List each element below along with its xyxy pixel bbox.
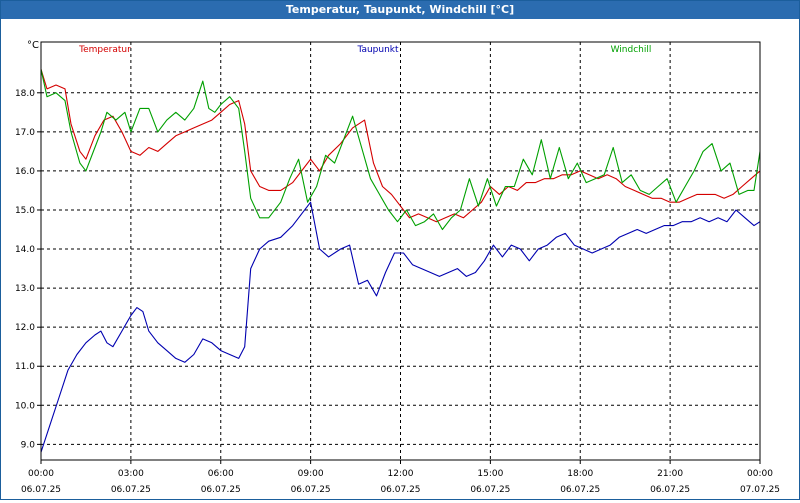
y-tick-label: 10.0 (15, 401, 35, 411)
x-tick-date-label: 06.07.25 (470, 485, 510, 495)
line-chart: 9.0 10.0 11.0 12.0 13.0 14.0 15.0 16.0 17.0 18.0 0… (15, 40, 780, 495)
grid (41, 42, 760, 460)
legend-label-windchill: Windchill (611, 45, 652, 55)
x-tick-time-label: 18:00 (567, 469, 593, 479)
chart-area: 9.0 10.0 11.0 12.0 13.0 14.0 15.0 16.0 17.0 18.0 0… (1, 20, 799, 499)
y-tick-label: 9.0 (21, 440, 36, 450)
y-tick-label: 17.0 (15, 128, 35, 138)
x-tick-date-label: 06.07.25 (201, 485, 241, 495)
y-tick-label: 18.0 (15, 89, 35, 99)
x-tick-time-label: 12:00 (388, 469, 414, 479)
legend-label-temperatur: Temperatur (78, 45, 131, 55)
x-tick-time-label: 00:00 (28, 469, 54, 479)
y-tick-label: 16.0 (15, 167, 35, 177)
chart-window: Temperatur, Taupunkt, Windchill [°C] 9.0… (0, 0, 800, 500)
x-tick-time-label: 21:00 (657, 469, 683, 479)
y-tick-label: 14.0 (15, 245, 35, 255)
y-axis-unit-label: °C (27, 40, 39, 51)
x-tick-date-label: 06.07.25 (111, 485, 151, 495)
x-tick-time-label: 00:00 (747, 469, 773, 479)
legend: Temperatur Taupunkt Windchill (78, 45, 651, 55)
x-tick-date-label: 06.07.25 (21, 485, 61, 495)
x-tick-time-label: 15:00 (477, 469, 503, 479)
x-tick-time-label: 03:00 (118, 469, 144, 479)
x-tick-time-label: 06:00 (208, 469, 234, 479)
y-tick-label: 12.0 (15, 323, 35, 333)
y-tick-label: 15.0 (15, 206, 35, 216)
window-title: Temperatur, Taupunkt, Windchill [°C] (1, 1, 799, 19)
x-tick-date-label: 07.07.25 (740, 485, 780, 495)
y-tick-label: 13.0 (15, 284, 35, 294)
x-tick-date-label: 06.07.25 (560, 485, 600, 495)
x-tick-date-label: 06.07.25 (650, 485, 690, 495)
x-tick-date-label: 06.07.25 (380, 485, 420, 495)
legend-label-taupunkt: Taupunkt (356, 45, 399, 55)
x-tick-time-label: 09:00 (298, 469, 324, 479)
x-tick-date-label: 06.07.25 (291, 485, 331, 495)
y-tick-label: 11.0 (15, 362, 35, 372)
